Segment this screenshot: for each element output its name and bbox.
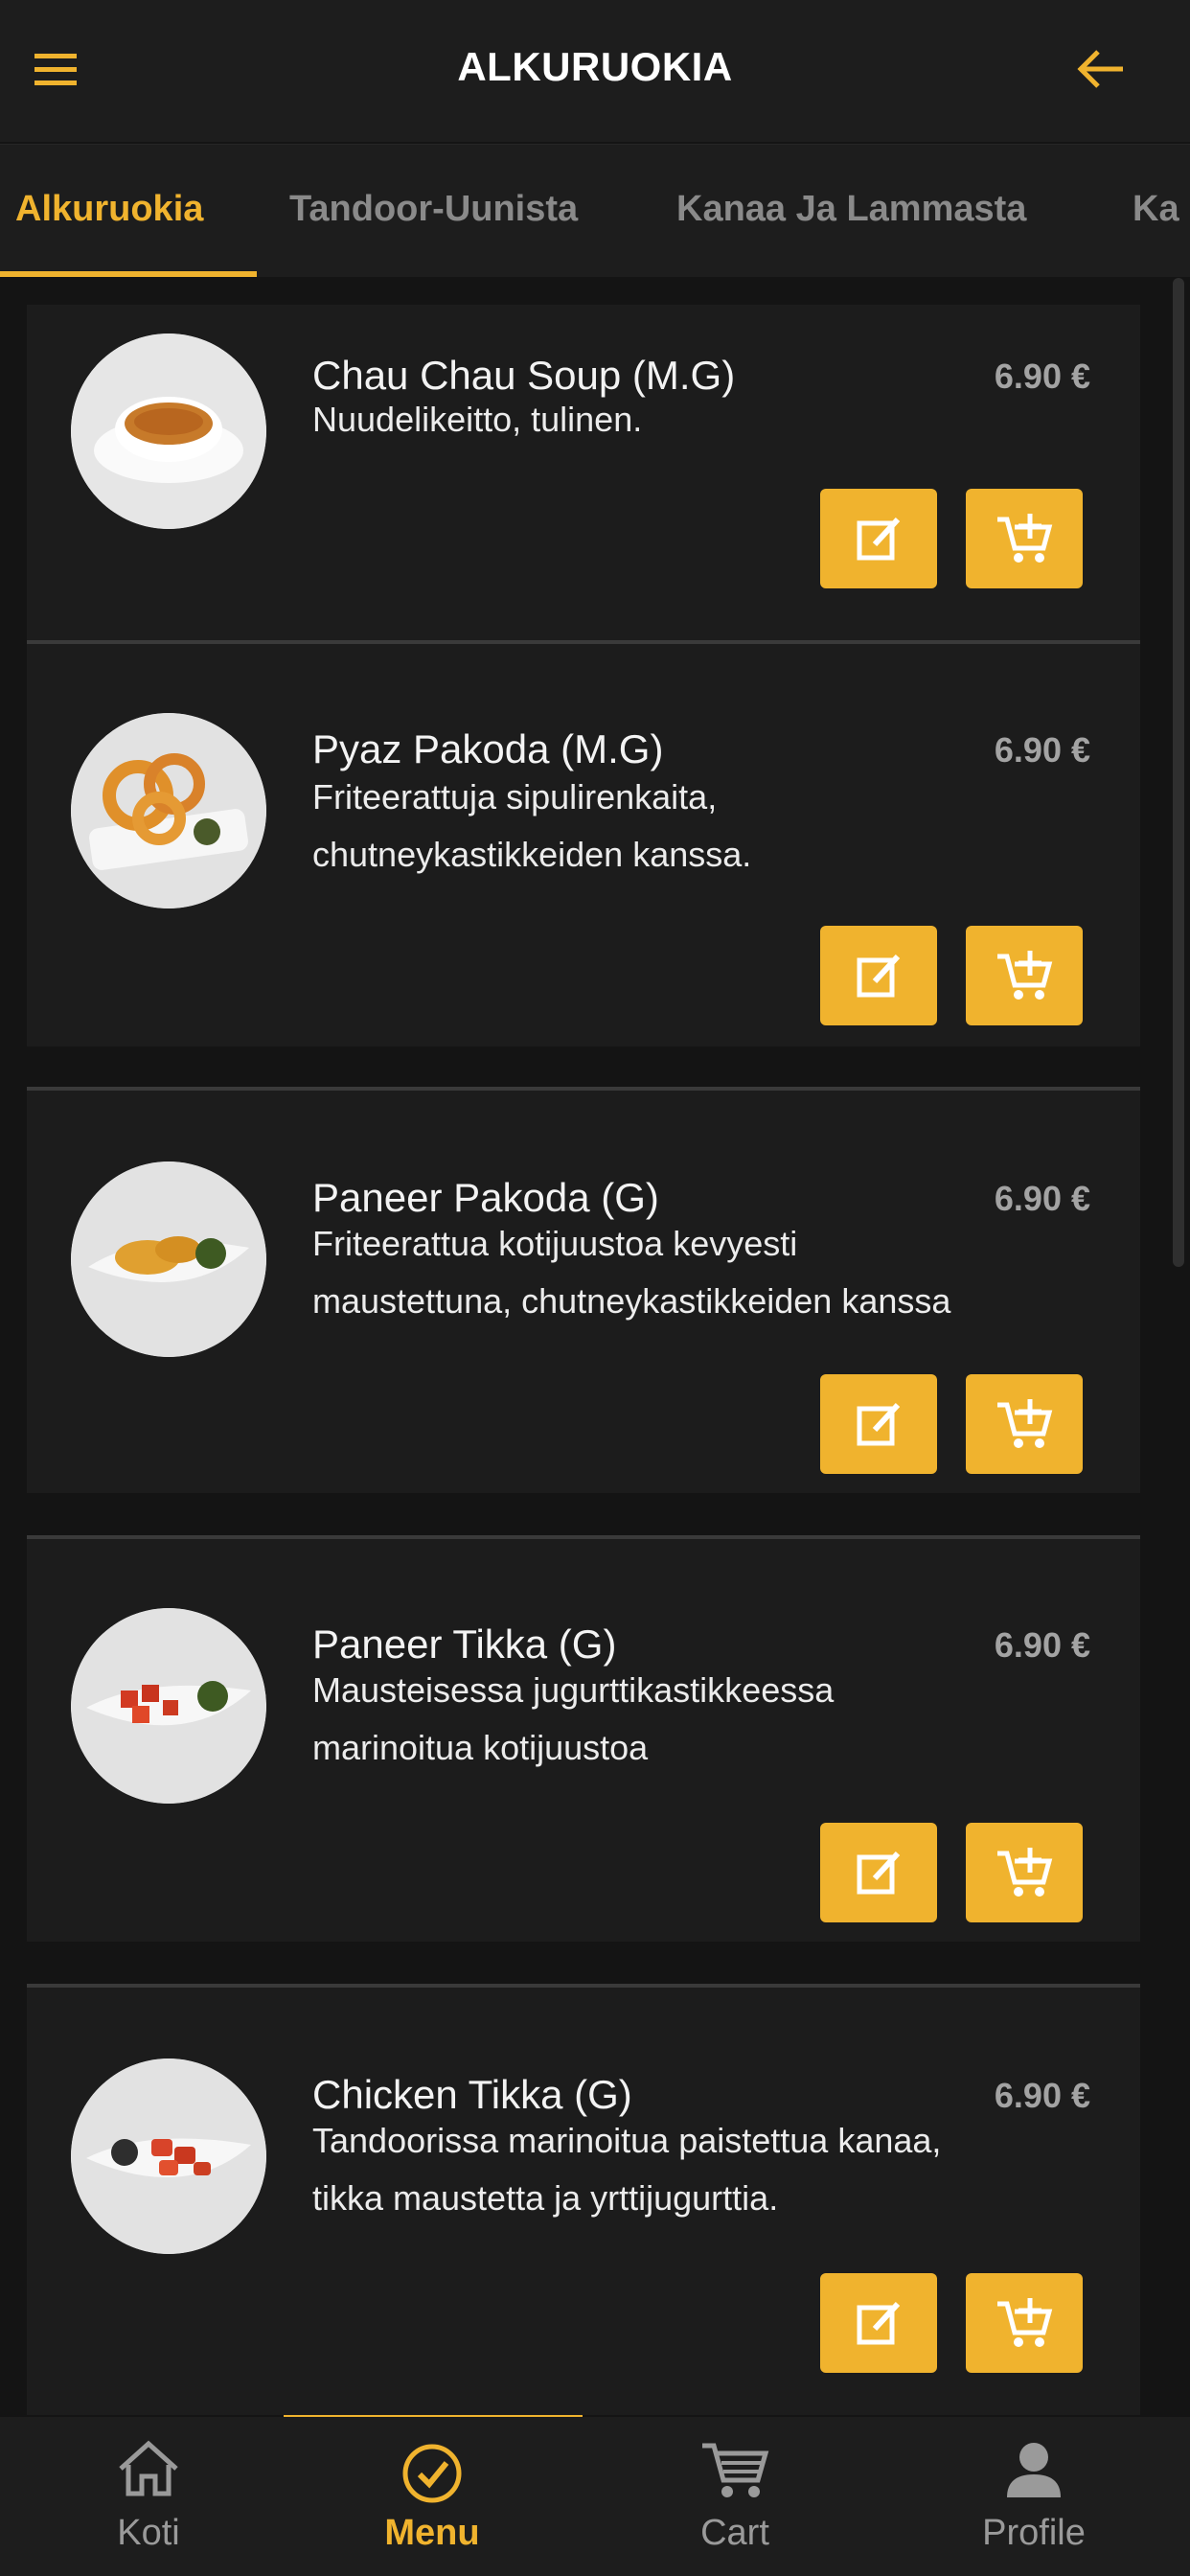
nav-label: Profile [982,2513,1086,2553]
dish-price: 6.90 € [994,1625,1090,1665]
person-icon [885,2438,1182,2505]
dish-description: Friteerattuja sipulirenkaita, chutneykas… [312,777,752,874]
menu-item-card: Paneer Pakoda (G) 6.90 € Friteerattua ko… [27,1091,1140,1493]
nav-menu[interactable]: Menu [284,2417,581,2576]
tab-kanaa-ja-lammasta[interactable]: Kanaa Ja Lammasta [676,189,1026,230]
dish-name: Chicken Tikka (G) [312,2072,632,2117]
add-to-cart-icon [997,514,1053,563]
add-to-cart-button[interactable] [966,926,1083,1025]
edit-button[interactable] [820,926,937,1025]
dish-image [71,334,266,529]
edit-icon [857,2301,901,2345]
tab-alkuruokia[interactable]: Alkuruokia [15,189,203,230]
category-tabs: Alkuruokia Tandoor-Uunista Kanaa Ja Lamm… [0,144,1190,277]
dish-description: Friteerattua kotijuustoa kevyesti mauste… [312,1224,951,1321]
edit-icon [857,954,901,998]
add-to-cart-button[interactable] [966,489,1083,588]
nav-label: Menu [384,2513,480,2553]
page-title: ALKURUOKIA [457,44,733,89]
tab-ka[interactable]: Ka [1133,189,1179,230]
edit-button[interactable] [820,1823,937,1922]
dish-name: Paneer Tikka (G) [312,1622,617,1667]
edit-button[interactable] [820,2273,937,2373]
dish-description: Tandoorissa marinoitua paistettua kanaa,… [312,2121,942,2218]
dish-description: Mausteisessa jugurttikastikkeessa marino… [312,1670,835,1767]
edit-button[interactable] [820,489,937,588]
check-circle-icon [284,2438,581,2505]
dish-image [71,1162,266,1357]
dish-image [71,713,266,908]
dish-price: 6.90 € [994,730,1090,770]
cart-icon [586,2438,883,2505]
back-arrow-icon[interactable] [1073,42,1131,96]
nav-label: Koti [117,2513,180,2553]
bottom-navigation: Koti Menu Cart Profile [0,2417,1190,2576]
dish-image [71,2058,266,2254]
nav-label: Cart [700,2513,769,2553]
dish-price: 6.90 € [994,1179,1090,1218]
home-icon [0,2438,297,2505]
menu-item-card: Chicken Tikka (G) 6.90 € Tandoorissa mar… [27,1988,1140,2415]
menu-list[interactable]: Chau Chau Soup (M.G) 6.90 € Nuudelikeitt… [0,276,1190,2415]
dish-price: 6.90 € [994,2076,1090,2115]
app-header: ALKURUOKIA [0,0,1190,142]
edit-icon [857,517,901,561]
dish-name: Pyaz Pakoda (M.G) [312,726,664,771]
dish-image [71,1608,266,1804]
edit-icon [857,1851,901,1895]
nav-koti[interactable]: Koti [0,2417,297,2576]
edit-button[interactable] [820,1374,937,1474]
menu-item-card: Paneer Tikka (G) 6.90 € Mausteisessa jug… [27,1539,1140,1942]
add-to-cart-icon [997,1848,1053,1897]
dish-description: Nuudelikeitto, tulinen. [312,400,643,439]
dish-name: Paneer Pakoda (G) [312,1175,659,1220]
scrollbar[interactable] [1173,278,1184,1267]
edit-icon [857,1402,901,1446]
menu-item-card: Pyaz Pakoda (M.G) 6.90 € Friteerattuja s… [27,644,1140,1046]
add-to-cart-button[interactable] [966,1374,1083,1474]
nav-profile[interactable]: Profile [885,2417,1182,2576]
add-to-cart-icon [997,951,1053,1000]
add-to-cart-icon [997,1399,1053,1448]
add-to-cart-button[interactable] [966,2273,1083,2373]
nav-cart[interactable]: Cart [586,2417,883,2576]
add-to-cart-icon [997,2298,1053,2347]
menu-item-card: Chau Chau Soup (M.G) 6.90 € Nuudelikeitt… [27,305,1140,640]
tab-tandoor-uunista[interactable]: Tandoor-Uunista [289,189,578,230]
add-to-cart-button[interactable] [966,1823,1083,1922]
